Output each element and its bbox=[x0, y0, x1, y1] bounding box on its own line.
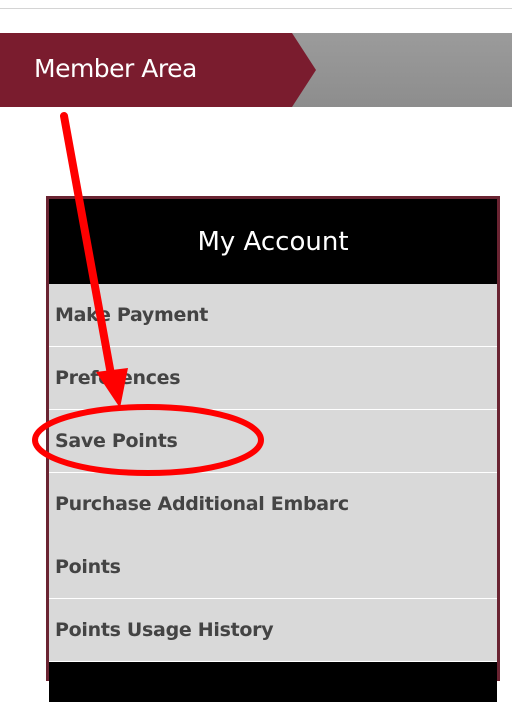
my-account-panel: My Account Make Payment Preferences Save… bbox=[46, 196, 500, 702]
menu-item-preferences[interactable]: Preferences bbox=[49, 347, 497, 410]
my-account-footer bbox=[49, 662, 497, 702]
top-divider bbox=[0, 0, 512, 9]
menu-item-label-line1: Purchase Additional Embarc bbox=[55, 493, 349, 516]
menu-item-purchase-additional-points[interactable]: Purchase Additional Embarc Points bbox=[49, 473, 497, 599]
member-area-label: Member Area bbox=[34, 54, 197, 83]
menu-item-points-usage-history[interactable]: Points Usage History bbox=[49, 599, 497, 662]
menu-item-make-payment[interactable]: Make Payment bbox=[49, 284, 497, 347]
my-account-header: My Account bbox=[49, 199, 497, 284]
menu-item-label-line2: Points bbox=[55, 555, 121, 578]
menu-item-save-points[interactable]: Save Points bbox=[49, 410, 497, 473]
